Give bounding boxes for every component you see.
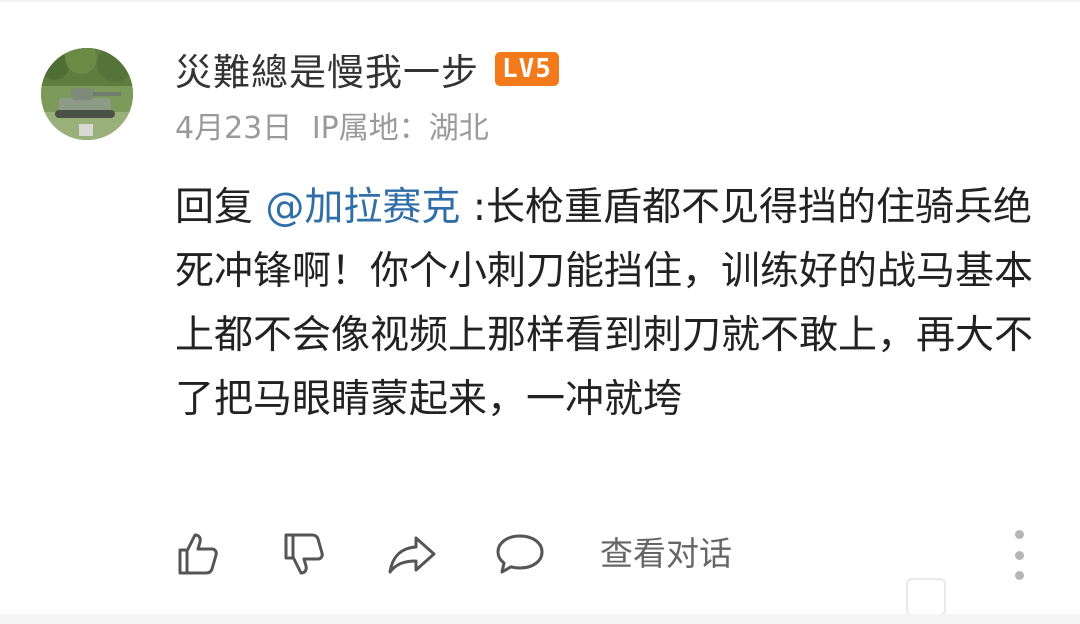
action-bar: 查看对话 [0, 524, 1080, 584]
bottom-divider [0, 614, 1080, 624]
watermark-icon [906, 578, 946, 616]
comment-button[interactable] [492, 524, 548, 584]
more-dot [1014, 571, 1024, 580]
post-meta: 4月23日 IP属地：湖北 [175, 103, 489, 147]
level-badge: LV5 [495, 52, 559, 86]
mention-link[interactable]: @加拉赛克 [265, 185, 460, 230]
share-arrow-icon [388, 536, 436, 574]
like-button[interactable] [172, 524, 224, 584]
ip-location: IP属地：湖北 [311, 111, 489, 146]
more-dot [1014, 550, 1024, 560]
post-date: 4月23日 [175, 111, 293, 146]
comment-bubble-icon [496, 534, 544, 574]
more-dot [1014, 530, 1024, 539]
share-button[interactable] [384, 524, 440, 584]
comment-body: 回复 @加拉赛克 :长枪重盾都不见得挡的住骑兵绝死冲锋啊！你个小刺刀能挡住，训练… [175, 176, 1040, 432]
username-row: 災難總是慢我一步 LV5 [175, 44, 559, 94]
avatar[interactable] [41, 48, 133, 140]
reply-prefix: 回复 [175, 185, 254, 230]
dislike-button[interactable] [278, 524, 330, 584]
comment-card: 災難總是慢我一步 LV5 4月23日 IP属地：湖北 回复 @加拉赛克 :长枪重… [0, 0, 1080, 624]
avatar-tank-image [41, 48, 133, 140]
username[interactable]: 災難總是慢我一步 [175, 42, 479, 96]
top-divider [0, 0, 1080, 2]
view-dialog-link[interactable]: 查看对话 [600, 524, 732, 584]
thumbs-down-icon [284, 533, 324, 575]
more-vertical-icon[interactable] [1004, 530, 1034, 580]
thumbs-up-icon [178, 533, 218, 575]
